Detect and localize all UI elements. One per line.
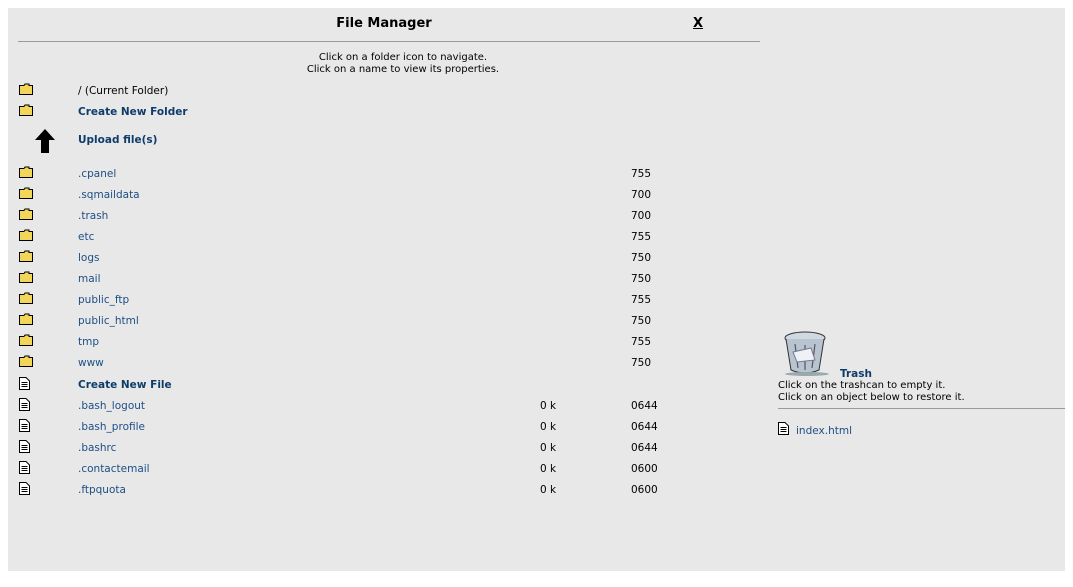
file-manager-panel: File Manager X Click on a folder icon to… xyxy=(8,8,1065,571)
folder-icon[interactable] xyxy=(19,166,33,181)
instructions: Click on a folder icon to navigate. Clic… xyxy=(258,52,548,76)
folder-icon[interactable] xyxy=(19,208,33,223)
folder-icon[interactable] xyxy=(19,355,33,370)
file-size: 0 k xyxy=(540,484,557,496)
file-name[interactable]: .contactemail xyxy=(78,463,150,475)
file-row[interactable]: .contactemail 0 k 0600 xyxy=(8,459,758,479)
folder-icon[interactable] xyxy=(19,313,33,328)
folder-permissions: 750 xyxy=(631,315,652,327)
folder-row[interactable]: .trash 700 xyxy=(8,206,758,226)
upload-link[interactable]: Upload file(s) xyxy=(78,134,157,146)
file-size: 0 k xyxy=(540,400,557,412)
folder-name[interactable]: public_html xyxy=(78,315,139,327)
trash-help-line-1: Click on the trashcan to empty it. xyxy=(778,380,946,391)
folder-row[interactable]: .cpanel 755 xyxy=(8,164,758,184)
folder-name[interactable]: www xyxy=(78,357,104,369)
current-folder-row[interactable]: / (Current Folder) xyxy=(8,81,758,101)
folder-permissions: 750 xyxy=(631,357,652,369)
folder-icon[interactable] xyxy=(19,271,33,286)
upload-arrow-icon[interactable] xyxy=(34,128,56,157)
header-divider xyxy=(18,41,760,42)
file-icon[interactable] xyxy=(19,461,30,477)
folder-icon[interactable] xyxy=(19,83,33,98)
file-permissions: 0644 xyxy=(631,421,658,433)
file-size: 0 k xyxy=(540,421,557,433)
upload-row[interactable]: Upload file(s) xyxy=(8,126,758,156)
folder-name[interactable]: .sqmaildata xyxy=(78,189,140,201)
folder-name[interactable]: etc xyxy=(78,231,94,243)
create-file-row[interactable]: Create New File xyxy=(8,375,758,395)
folder-row[interactable]: .sqmaildata 700 xyxy=(8,185,758,205)
file-icon[interactable] xyxy=(19,482,30,498)
file-icon[interactable] xyxy=(19,419,30,435)
file-icon[interactable] xyxy=(19,440,30,456)
folder-row[interactable]: www 750 xyxy=(8,353,758,373)
create-folder-link[interactable]: Create New Folder xyxy=(78,106,188,118)
file-name[interactable]: .bash_logout xyxy=(78,400,145,412)
folder-name[interactable]: .cpanel xyxy=(78,168,116,180)
file-row[interactable]: .bash_logout 0 k 0644 xyxy=(8,396,758,416)
folder-row[interactable]: tmp 755 xyxy=(8,332,758,352)
file-icon[interactable] xyxy=(778,422,789,438)
trash-item[interactable]: index.html xyxy=(778,422,852,438)
page-title: File Manager xyxy=(336,16,432,31)
folder-permissions: 700 xyxy=(631,210,652,222)
file-name[interactable]: .ftpquota xyxy=(78,484,126,496)
folder-icon[interactable] xyxy=(19,104,33,119)
trash-divider xyxy=(778,408,1065,409)
folder-icon[interactable] xyxy=(19,334,33,349)
file-size: 0 k xyxy=(540,463,557,475)
instruction-line-1: Click on a folder icon to navigate. xyxy=(318,52,488,63)
folder-name[interactable]: .trash xyxy=(78,210,108,222)
current-folder-label[interactable]: / (Current Folder) xyxy=(78,85,168,97)
folder-icon[interactable] xyxy=(19,292,33,307)
file-icon[interactable] xyxy=(19,377,30,393)
folder-icon[interactable] xyxy=(19,250,33,265)
folder-name[interactable]: logs xyxy=(78,252,99,264)
folder-permissions: 755 xyxy=(631,168,652,180)
folder-row[interactable]: logs 750 xyxy=(8,248,758,268)
folder-row[interactable]: public_ftp 755 xyxy=(8,290,758,310)
file-permissions: 0644 xyxy=(631,442,658,454)
folder-name[interactable]: mail xyxy=(78,273,101,285)
folder-permissions: 750 xyxy=(631,252,652,264)
folder-row[interactable]: etc 755 xyxy=(8,227,758,247)
trash-can-icon[interactable] xyxy=(781,330,833,379)
create-folder-row[interactable]: Create New Folder xyxy=(8,102,758,122)
file-name[interactable]: .bashrc xyxy=(78,442,116,454)
trash-item-name[interactable]: index.html xyxy=(796,425,852,437)
folder-name[interactable]: public_ftp xyxy=(78,294,129,306)
file-row[interactable]: .bashrc 0 k 0644 xyxy=(8,438,758,458)
instruction-line-2: Click on a name to view its properties. xyxy=(306,64,500,75)
folder-row[interactable]: mail 750 xyxy=(8,269,758,289)
folder-permissions: 755 xyxy=(631,231,652,243)
folder-permissions: 755 xyxy=(631,294,652,306)
file-permissions: 0644 xyxy=(631,400,658,412)
folder-icon[interactable] xyxy=(19,229,33,244)
folder-icon[interactable] xyxy=(19,187,33,202)
folder-permissions: 700 xyxy=(631,189,652,201)
close-button[interactable]: X xyxy=(693,16,703,31)
file-permissions: 0600 xyxy=(631,463,658,475)
file-size: 0 k xyxy=(540,442,557,454)
trash-title: Trash xyxy=(840,368,872,380)
file-permissions: 0600 xyxy=(631,484,658,496)
file-icon[interactable] xyxy=(19,398,30,414)
create-file-link[interactable]: Create New File xyxy=(78,379,172,391)
file-row[interactable]: .ftpquota 0 k 0600 xyxy=(8,480,758,500)
file-row[interactable]: .bash_profile 0 k 0644 xyxy=(8,417,758,437)
trash-help-line-2: Click on an object below to restore it. xyxy=(778,392,965,403)
folder-row[interactable]: public_html 750 xyxy=(8,311,758,331)
file-name[interactable]: .bash_profile xyxy=(78,421,145,433)
trash-instructions: Click on the trashcan to empty it. Click… xyxy=(778,380,965,404)
folder-permissions: 755 xyxy=(631,336,652,348)
folder-permissions: 750 xyxy=(631,273,652,285)
folder-name[interactable]: tmp xyxy=(78,336,99,348)
